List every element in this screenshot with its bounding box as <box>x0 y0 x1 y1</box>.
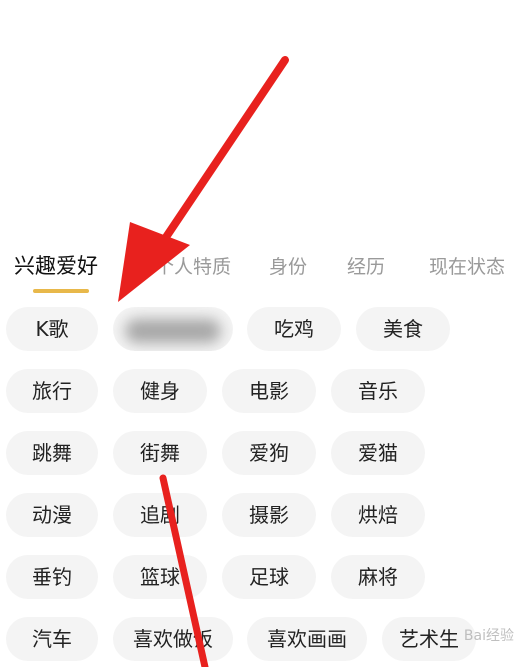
chip-photography[interactable]: 摄影 <box>222 493 316 537</box>
tab-experience[interactable]: 经历 <box>347 252 385 279</box>
chip-food[interactable]: 美食 <box>356 307 450 351</box>
chip-street-dance[interactable]: 街舞 <box>113 431 207 475</box>
chip-art-student[interactable]: 艺术生 <box>382 617 476 661</box>
chip-football[interactable]: 足球 <box>222 555 316 599</box>
tab-hobbies[interactable]: 兴趣爱好 <box>14 250 98 280</box>
active-tab-indicator <box>33 289 89 293</box>
interest-tabs: 兴趣爱好 个人特质 身份 经历 现在状态 <box>0 246 518 296</box>
chip-fishing[interactable]: 垂钓 <box>6 555 98 599</box>
chip-dog-lover[interactable]: 爱狗 <box>222 431 316 475</box>
chip-basketball[interactable]: 篮球 <box>113 555 207 599</box>
tab-personality[interactable]: 个人特质 <box>155 252 231 279</box>
chip-chicken-game[interactable]: 吃鸡 <box>247 307 341 351</box>
chip-fitness[interactable]: 健身 <box>113 369 207 413</box>
chip-blurred[interactable] <box>113 307 233 351</box>
chip-drama[interactable]: 追剧 <box>113 493 207 537</box>
tab-current-status[interactable]: 现在状态 <box>429 252 505 279</box>
chip-travel[interactable]: 旅行 <box>6 369 98 413</box>
watermark-logo: Bai经验 <box>463 628 514 644</box>
chip-baking[interactable]: 烘焙 <box>331 493 425 537</box>
chip-music[interactable]: 音乐 <box>331 369 425 413</box>
chip-cat-lover[interactable]: 爱猫 <box>331 431 425 475</box>
tab-identity[interactable]: 身份 <box>269 252 307 279</box>
chip-movie[interactable]: 电影 <box>222 369 316 413</box>
chip-cooking[interactable]: 喜欢做饭 <box>113 617 233 661</box>
chip-dance[interactable]: 跳舞 <box>6 431 98 475</box>
chip-drawing[interactable]: 喜欢画画 <box>247 617 367 661</box>
blurred-label <box>125 318 221 343</box>
chip-anime[interactable]: 动漫 <box>6 493 98 537</box>
chip-car[interactable]: 汽车 <box>6 617 98 661</box>
chip-k-song[interactable]: K歌 <box>6 307 98 351</box>
chip-mahjong[interactable]: 麻将 <box>331 555 425 599</box>
